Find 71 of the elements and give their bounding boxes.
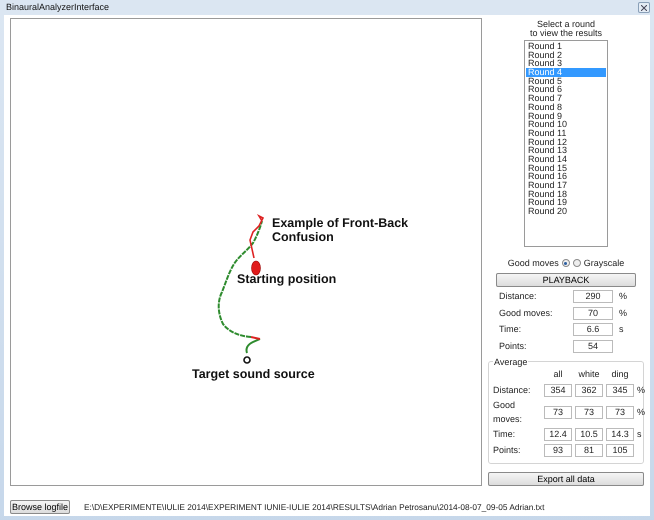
value-field[interactable]: 70 [573, 306, 613, 320]
field-label: Points: [499, 340, 528, 352]
value-field[interactable]: 105 [606, 444, 634, 457]
value-field[interactable]: 14.3 [606, 428, 634, 442]
column-header: white [577, 368, 600, 381]
field-label: Good moves: [493, 399, 524, 426]
playback-button[interactable]: PLAYBACK [496, 273, 636, 287]
column-header: all [552, 368, 564, 381]
round-list[interactable]: Round 1 Round 2 Round 3 Round 4 Round 5 Round 6 Round 7 Round 8 Round 9 Round 10 Round 11 Round 12 Round 13 Round 14 Round 15 Round 16 Round 17 Round 18 Round 19 Round 20 [524, 40, 608, 246]
list-item[interactable]: Round 10 [526, 120, 606, 129]
radio-label: Good moves [508, 256, 559, 270]
close-button[interactable] [638, 2, 650, 13]
list-item[interactable]: Round 18 [526, 190, 606, 198]
radio-button[interactable] [572, 259, 581, 268]
unit-label: s [637, 428, 642, 441]
canvas-label: Target sound source [192, 367, 315, 381]
field-label: Distance: [499, 290, 538, 303]
canvas-label: Starting position [237, 272, 336, 286]
window-title: BinauralAnalyzerInterface [6, 0, 110, 14]
unit-label: % [619, 290, 628, 303]
value-field[interactable]: 93 [544, 444, 572, 457]
column-header: ding [610, 368, 630, 381]
value-field[interactable]: 10.5 [575, 428, 603, 442]
list-item[interactable]: Round 19 [526, 198, 606, 208]
value-field[interactable]: 354 [544, 384, 572, 397]
value-field[interactable]: 73 [575, 406, 603, 419]
field-label: Points: [493, 444, 522, 456]
list-item[interactable]: Round 12 [526, 138, 606, 146]
list-item[interactable]: Round 20 [526, 207, 606, 216]
target-marker [243, 356, 251, 364]
value-field[interactable]: 290 [573, 290, 613, 304]
value-field[interactable]: 73 [544, 406, 572, 419]
list-item[interactable]: Round 6 [526, 85, 606, 94]
list-item[interactable]: Round 5 [526, 76, 606, 86]
logfile-path: E:\D\EXPERIMENTE\IULIE 2014\EXPERIMENT IUNIE-IULIE 2014\RESULTS\Adrian Petrosanu\2014-08-07_09-05 Adrian.txt [84, 500, 544, 514]
list-item[interactable]: Round 17 [526, 181, 606, 190]
field-label: Good moves: [499, 306, 554, 320]
unit-label: s [619, 323, 624, 336]
close-icon [641, 4, 647, 10]
unit-label: % [637, 406, 646, 419]
browse-button[interactable]: Browse logfile [10, 500, 70, 514]
list-item[interactable]: Round 1 [526, 42, 606, 51]
list-item[interactable]: Round 15 [526, 164, 606, 172]
value-field[interactable]: 6.6 [573, 323, 613, 336]
field-label: Time: [499, 323, 522, 336]
field-label: Time: [493, 428, 516, 441]
value-field[interactable]: 73 [606, 406, 634, 419]
list-item[interactable]: Round 3 [526, 59, 606, 68]
round-list-caption: Select a round to view the results [530, 20, 602, 38]
group-title: Average [493, 356, 528, 370]
list-item[interactable]: Round 8 [526, 102, 606, 112]
unit-label: % [637, 384, 646, 396]
list-item[interactable]: Round 2 [526, 50, 606, 60]
field-label: Distance: [493, 384, 532, 396]
list-item[interactable]: Round 9 [526, 112, 606, 120]
value-field[interactable]: 81 [575, 444, 603, 457]
radio-button[interactable] [562, 259, 570, 268]
radio-label: Grayscale [584, 256, 624, 270]
value-field[interactable]: 362 [575, 384, 603, 397]
list-item[interactable]: Round 14 [526, 154, 606, 164]
starting-position-marker [251, 260, 261, 276]
value-field[interactable]: 12.4 [544, 428, 572, 442]
list-item[interactable]: Round 16 [526, 172, 606, 181]
list-item[interactable]: Round 7 [526, 94, 606, 103]
value-field[interactable]: 345 [606, 384, 634, 397]
unit-label: % [619, 306, 628, 320]
list-item[interactable]: Round 11 [526, 128, 606, 138]
canvas-label: Example of Front-Back Confusion [272, 216, 408, 244]
value-field[interactable]: 54 [573, 340, 613, 353]
export-button[interactable]: Export all data [488, 472, 644, 486]
list-item[interactable]: Round 13 [526, 146, 606, 155]
